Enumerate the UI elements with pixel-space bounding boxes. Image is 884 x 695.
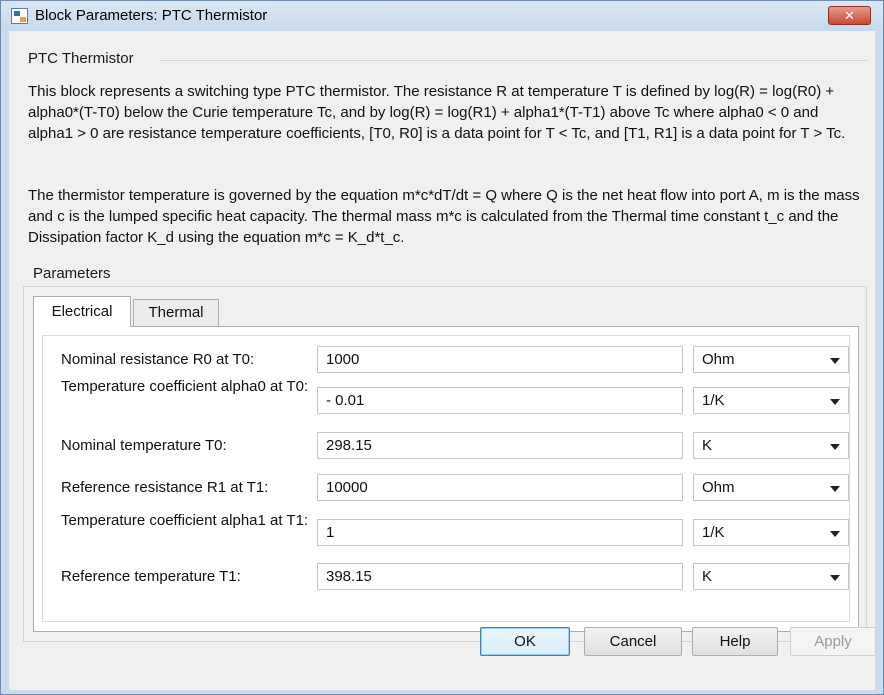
r1-input[interactable]: 10000 xyxy=(317,474,683,501)
t1-unit-select[interactable]: K xyxy=(693,563,849,590)
alpha0-unit-value: 1/K xyxy=(702,392,725,409)
cancel-button[interactable]: Cancel xyxy=(584,627,682,656)
chevron-down-icon xyxy=(830,531,840,537)
tab-thermal[interactable]: Thermal xyxy=(133,299,219,326)
r1-unit-value: Ohm xyxy=(702,479,735,496)
r0-label: Nominal resistance R0 at T0: xyxy=(61,351,255,368)
t1-unit-value: K xyxy=(702,568,713,585)
tab-electrical[interactable]: Electrical xyxy=(33,296,131,327)
parameters-heading: Parameters xyxy=(33,265,111,282)
alpha1-label: Temperature coefficient alpha1 at T1: xyxy=(61,512,309,529)
section-divider xyxy=(159,60,867,61)
alpha0-unit-select[interactable]: 1/K xyxy=(693,387,849,414)
alpha0-input[interactable]: - 0.01 xyxy=(317,387,683,414)
t1-input[interactable]: 398.15 xyxy=(317,563,683,590)
ok-button[interactable]: OK xyxy=(480,627,570,656)
r1-unit-select[interactable]: Ohm xyxy=(693,474,849,501)
t1-label: Reference temperature T1: xyxy=(61,568,241,585)
block-name-heading: PTC Thermistor xyxy=(28,50,134,67)
t0-input[interactable]: 298.15 xyxy=(317,432,683,459)
alpha0-label: Temperature coefficient alpha0 at T0: xyxy=(61,378,309,395)
r0-input[interactable]: 1000 xyxy=(317,346,683,373)
alpha1-unit-select[interactable]: 1/K xyxy=(693,519,849,546)
chevron-down-icon xyxy=(830,575,840,581)
chevron-down-icon xyxy=(830,399,840,405)
dialog-body: PTC Thermistor This block represents a s… xyxy=(9,31,875,690)
description-paragraph-2: The thermistor temperature is governed b… xyxy=(28,187,860,246)
title-bar[interactable]: Block Parameters: PTC Thermistor ✕ xyxy=(1,1,883,31)
r1-label: Reference resistance R1 at T1: xyxy=(61,479,269,496)
chevron-down-icon xyxy=(830,486,840,492)
description-paragraph-1: This block represents a switching type P… xyxy=(28,83,846,142)
window-title: Block Parameters: PTC Thermistor xyxy=(35,7,268,24)
t0-unit-value: K xyxy=(702,437,713,454)
alpha1-unit-value: 1/K xyxy=(702,524,725,541)
simulink-block-icon xyxy=(11,8,28,24)
chevron-down-icon xyxy=(830,358,840,364)
help-button[interactable]: Help xyxy=(692,627,778,656)
parameters-form: Nominal resistance R0 at T0: 1000 Ohm Te… xyxy=(42,335,850,622)
electrical-tab-panel: Nominal resistance R0 at T0: 1000 Ohm Te… xyxy=(33,326,859,632)
apply-button[interactable]: Apply xyxy=(790,627,876,656)
r0-unit-value: Ohm xyxy=(702,351,735,368)
close-button[interactable]: ✕ xyxy=(828,6,871,25)
t0-label: Nominal temperature T0: xyxy=(61,437,227,454)
t0-unit-select[interactable]: K xyxy=(693,432,849,459)
chevron-down-icon xyxy=(830,444,840,450)
alpha1-input[interactable]: 1 xyxy=(317,519,683,546)
r0-unit-select[interactable]: Ohm xyxy=(693,346,849,373)
close-icon: ✕ xyxy=(844,8,855,23)
dialog-window: Block Parameters: PTC Thermistor ✕ PTC T… xyxy=(0,0,884,695)
